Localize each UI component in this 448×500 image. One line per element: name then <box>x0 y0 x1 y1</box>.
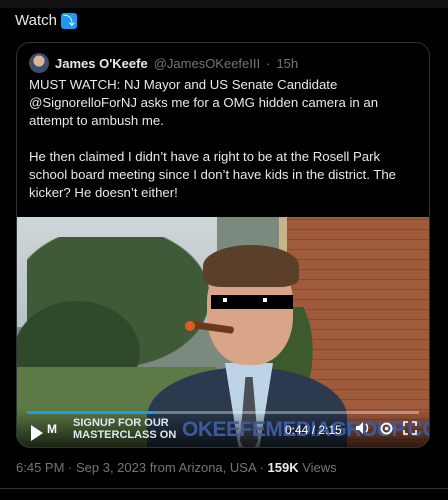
author-handle[interactable]: @JamesOKeefeIII <box>154 56 260 71</box>
glasses-shine <box>263 298 267 302</box>
promo-line-1: SIGNUP FOR OUR <box>73 417 169 429</box>
footer-separator: · <box>259 460 264 475</box>
video-player[interactable]: M SIGNUP FOR OUR MASTERCLASS ON OKEEFEME… <box>17 217 429 447</box>
quoted-tweet-header: James O'Keefe @JamesOKeefeIII · 15h <box>29 53 298 73</box>
tweet-time[interactable]: 15h <box>276 56 298 71</box>
section-header: Watch ⤵ <box>15 12 77 29</box>
video-person-hair <box>203 245 299 287</box>
fullscreen-icon[interactable] <box>403 421 417 438</box>
post-timestamp[interactable]: 6:45 PM · Sep 3, 2023 from Arizona, USA <box>16 460 256 475</box>
section-header-label: Watch <box>15 12 57 29</box>
video-time-display: 0:44 / 2:15 <box>285 423 342 437</box>
video-progress-bar[interactable] <box>27 411 419 414</box>
brand-logo-icon: M <box>47 422 57 436</box>
header-separator: · <box>266 55 271 71</box>
play-icon[interactable] <box>31 425 43 441</box>
volume-icon[interactable] <box>355 421 371 438</box>
top-divider-strip <box>0 0 448 8</box>
tweet-text: MUST WATCH: NJ Mayor and US Senate Candi… <box>29 77 397 200</box>
glasses-shine <box>223 298 227 302</box>
promo-line-2: MASTERCLASS ON <box>73 429 177 441</box>
bottom-divider <box>0 488 448 489</box>
settings-icon[interactable] <box>379 421 394 439</box>
views-label: Views <box>302 460 337 475</box>
arrow-down-emoji-icon: ⤵ <box>60 12 77 29</box>
views-count: 159K <box>267 460 299 475</box>
cigar-tip <box>185 321 195 331</box>
author-name[interactable]: James O'Keefe <box>55 56 148 71</box>
avatar[interactable] <box>29 53 49 73</box>
quoted-tweet-card[interactable]: James O'Keefe @JamesOKeefeIII · 15h MUST… <box>16 42 430 448</box>
tweet-meta-footer: 6:45 PM · Sep 3, 2023 from Arizona, USA … <box>16 460 337 475</box>
promo-banner-text: SIGNUP FOR OUR MASTERCLASS ON <box>73 417 176 441</box>
pixel-sunglasses <box>211 295 293 309</box>
video-progress-fill <box>27 411 155 414</box>
